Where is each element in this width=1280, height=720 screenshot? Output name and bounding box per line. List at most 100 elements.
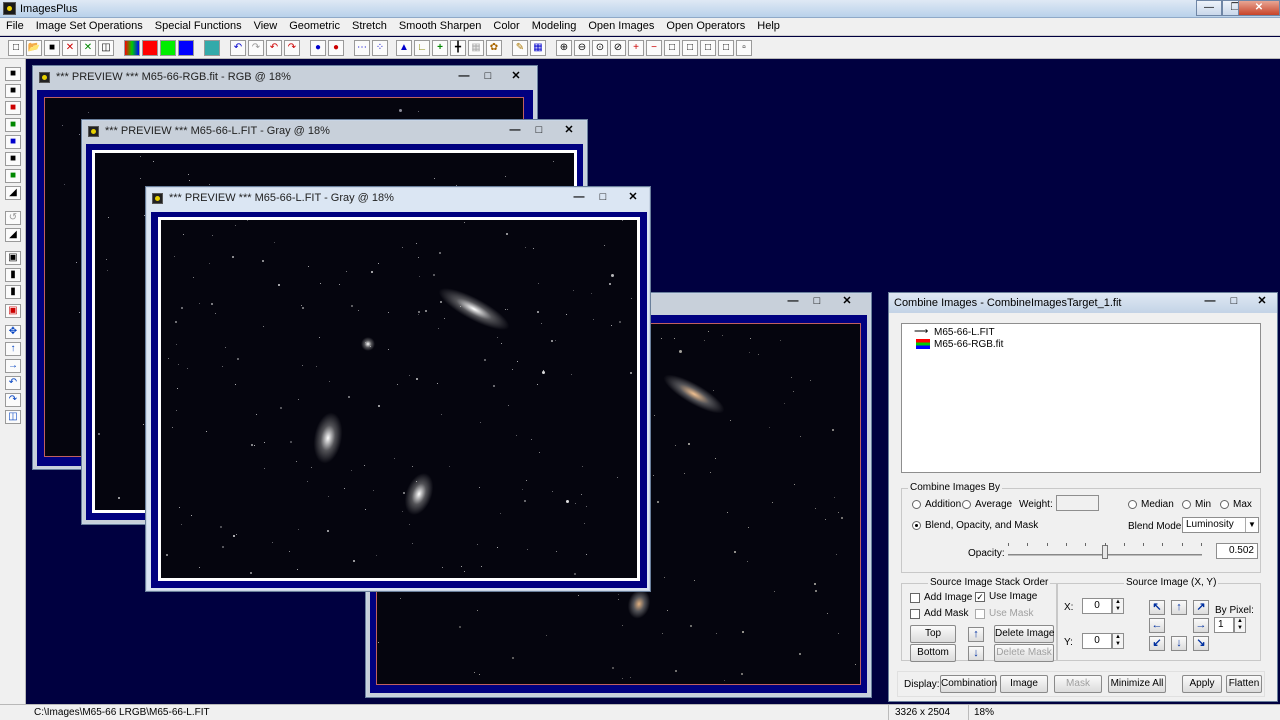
save-icon[interactable]: ■: [44, 40, 60, 56]
menu-color[interactable]: Color: [487, 18, 525, 35]
black-icon[interactable]: ■: [5, 84, 21, 98]
arrow-right-icon[interactable]: →: [1193, 618, 1209, 633]
arrow-up-right-icon[interactable]: ↗: [1193, 600, 1209, 615]
menu-geometric[interactable]: Geometric: [283, 18, 346, 35]
opacity-value-field[interactable]: 0.502: [1216, 543, 1258, 559]
close-button[interactable]: ✕: [622, 191, 644, 205]
dots-icon[interactable]: ⋯: [354, 40, 370, 56]
frame-icon[interactable]: ▣: [5, 251, 21, 265]
max-radio[interactable]: [1220, 500, 1229, 509]
move-down-icon[interactable]: ↓: [968, 646, 984, 661]
average-radio[interactable]: [962, 500, 971, 509]
blend-mode-select[interactable]: Luminosity ▼: [1182, 517, 1259, 533]
green-channel-icon[interactable]: [160, 40, 176, 56]
palette-icon[interactable]: ✿: [486, 40, 502, 56]
zoom-fit-icon[interactable]: ⊙: [592, 40, 608, 56]
crosshair-icon[interactable]: ╋: [450, 40, 466, 56]
x-spinner[interactable]: ▲ ▼: [1112, 598, 1124, 614]
delete-image-button[interactable]: Delete Image: [994, 625, 1054, 643]
save-icon[interactable]: ■: [5, 67, 21, 81]
arrow-up-left-icon[interactable]: ↖: [1149, 600, 1165, 615]
minimize-all-button[interactable]: Minimize All: [1108, 675, 1166, 693]
minimize-button[interactable]: —: [453, 70, 475, 84]
rotate-right-icon[interactable]: ↷: [5, 393, 21, 407]
levels-icon[interactable]: ▮: [5, 268, 21, 282]
menu-open-images[interactable]: Open Images: [582, 18, 660, 35]
dark-swatch-icon[interactable]: ■: [5, 152, 21, 166]
menu-view[interactable]: View: [248, 18, 284, 35]
mask-button[interactable]: Mask: [1054, 675, 1102, 693]
open-icon[interactable]: 📂: [26, 40, 42, 56]
close-all-icon[interactable]: ✕: [80, 40, 96, 56]
close-button[interactable]: ✕: [1251, 295, 1273, 308]
window-3-icon[interactable]: □: [700, 40, 716, 56]
zoom-out-icon[interactable]: ⊖: [574, 40, 590, 56]
menu-special-functions[interactable]: Special Functions: [149, 18, 248, 35]
maximize-button[interactable]: □: [528, 124, 550, 138]
green-swatch-icon[interactable]: ■: [5, 118, 21, 132]
maximize-button[interactable]: □: [1223, 295, 1245, 308]
median-radio[interactable]: [1128, 500, 1137, 509]
circle-icon[interactable]: ●: [310, 40, 326, 56]
expand-icon[interactable]: +: [628, 40, 644, 56]
image-button[interactable]: Image: [1000, 675, 1048, 693]
use-image-checkbox[interactable]: ✓: [975, 592, 985, 602]
menu-open-operators[interactable]: Open Operators: [660, 18, 751, 35]
menu-smooth-sharpen[interactable]: Smooth Sharpen: [393, 18, 488, 35]
target-icon[interactable]: ●: [328, 40, 344, 56]
table-icon[interactable]: ▦: [530, 40, 546, 56]
measure-icon[interactable]: ▦: [468, 40, 484, 56]
close-button[interactable]: ✕: [505, 70, 527, 84]
red-channel-icon[interactable]: [142, 40, 158, 56]
delete-mask-button[interactable]: Delete Mask: [994, 644, 1054, 662]
x-field[interactable]: 0: [1082, 598, 1112, 614]
close-button[interactable]: ✕: [1238, 0, 1280, 16]
redo-icon[interactable]: ↷: [248, 40, 264, 56]
plot-icon[interactable]: ⁘: [372, 40, 388, 56]
minimize-button[interactable]: —: [1199, 295, 1221, 308]
slider-thumb[interactable]: [1102, 545, 1109, 559]
arrow-left-icon[interactable]: ←: [1149, 618, 1165, 633]
minimize-button[interactable]: —: [782, 295, 804, 309]
opacity-slider[interactable]: [1008, 543, 1202, 561]
use-mask-checkbox[interactable]: [975, 609, 985, 619]
arrow-down-left-icon[interactable]: ↙: [1149, 636, 1165, 651]
addition-radio[interactable]: [912, 500, 921, 509]
flatten-button[interactable]: Flatten: [1226, 675, 1262, 693]
right-arrow-icon[interactable]: →: [5, 359, 21, 373]
window-1-icon[interactable]: □: [664, 40, 680, 56]
minimize-button[interactable]: —: [504, 124, 526, 138]
redo-all-icon[interactable]: ↷: [284, 40, 300, 56]
apply-button[interactable]: Apply: [1182, 675, 1222, 693]
rgb-icon[interactable]: [124, 40, 140, 56]
red-swatch-icon[interactable]: ■: [5, 101, 21, 115]
image-window-gray-active[interactable]: *** PREVIEW *** M65-66-L.FIT - Gray @ 18…: [145, 186, 651, 592]
chevron-down-icon[interactable]: ▼: [1245, 518, 1258, 532]
bar-icon[interactable]: ▮: [5, 285, 21, 299]
mask-icon[interactable]: ◢: [5, 186, 21, 200]
zoom-actual-icon[interactable]: ⊘: [610, 40, 626, 56]
flip-icon[interactable]: ◫: [5, 410, 21, 424]
arrow-up-icon[interactable]: ↑: [1171, 600, 1187, 615]
undo-all-icon[interactable]: ↶: [266, 40, 282, 56]
by-pixel-spinner[interactable]: ▲ ▼: [1234, 617, 1246, 633]
arrow-down-icon[interactable]: ↓: [1171, 636, 1187, 651]
up-arrow-icon[interactable]: ↑: [5, 342, 21, 356]
window-2-icon[interactable]: □: [682, 40, 698, 56]
maximize-button[interactable]: □: [477, 70, 499, 84]
curve-icon[interactable]: ∟: [414, 40, 430, 56]
zoom-in-icon[interactable]: ⊕: [556, 40, 572, 56]
menu-modeling[interactable]: Modeling: [526, 18, 583, 35]
minimize-button[interactable]: —: [1196, 0, 1222, 16]
gradient-icon[interactable]: ◢: [5, 228, 21, 242]
y-field[interactable]: 0: [1082, 633, 1112, 649]
weight-field[interactable]: [1056, 495, 1099, 511]
maximize-button[interactable]: □: [806, 295, 828, 309]
crop-icon[interactable]: ▣: [5, 304, 21, 318]
rotate-left-icon[interactable]: ↶: [5, 376, 21, 390]
maximize-button[interactable]: □: [592, 191, 614, 205]
window-5-icon[interactable]: ▫: [736, 40, 752, 56]
grid-icon[interactable]: [204, 40, 220, 56]
window-4-icon[interactable]: □: [718, 40, 734, 56]
move-up-icon[interactable]: ↑: [968, 627, 984, 642]
